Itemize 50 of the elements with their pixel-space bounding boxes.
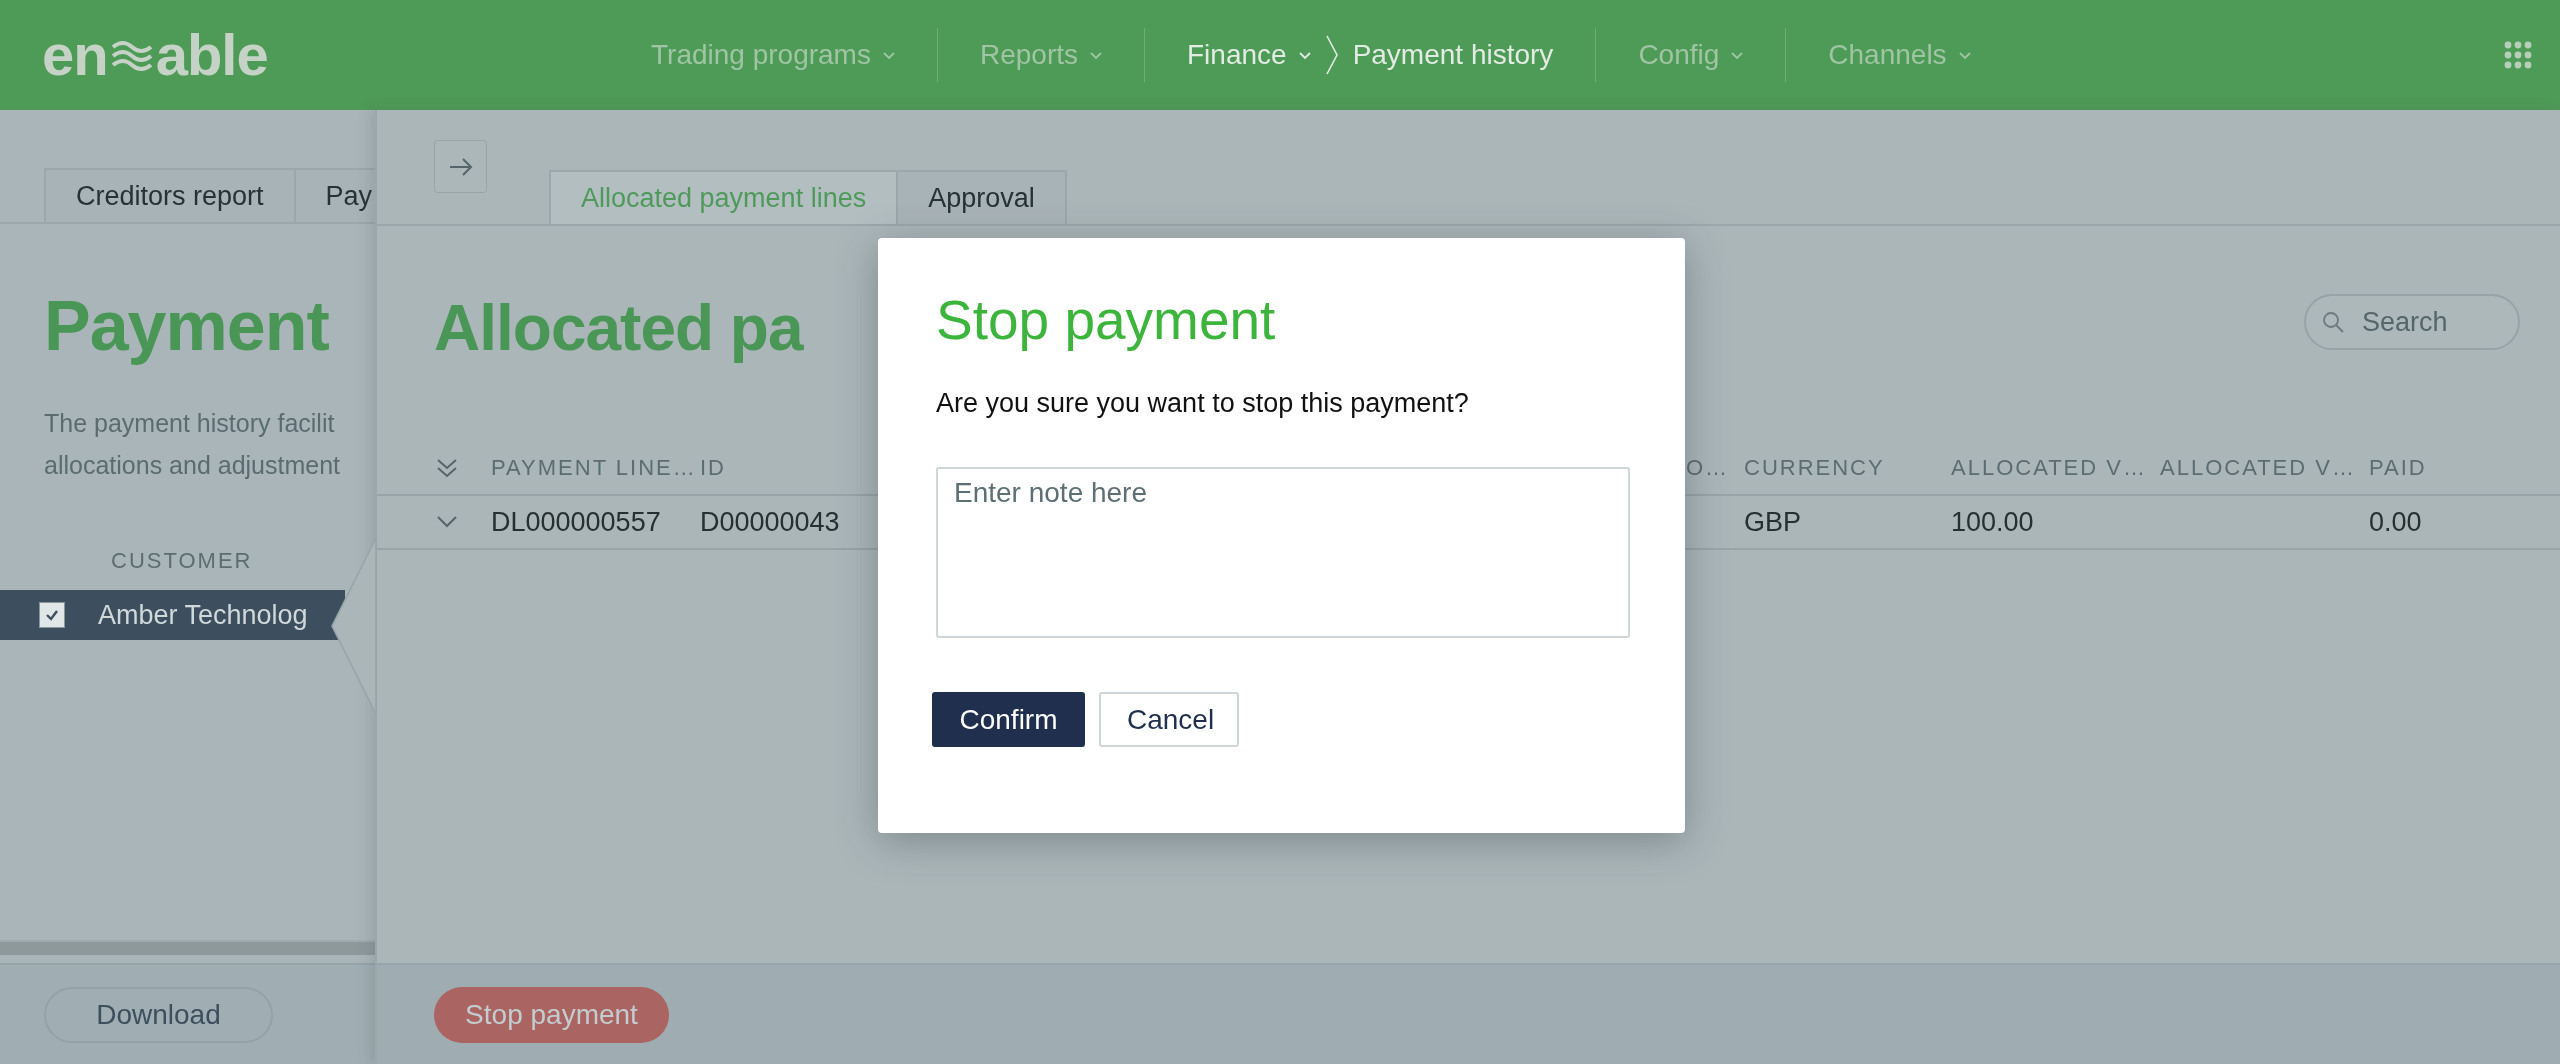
caret-icon (1298, 50, 1311, 60)
breadcrumb-link[interactable]: Payment history (1352, 39, 1554, 71)
description-text: allocations and adjustment (44, 450, 342, 481)
nav-menu-item[interactable]: Config (1638, 39, 1744, 71)
search-field[interactable]: Search (2304, 294, 2520, 350)
confirm-button[interactable]: Confirm (932, 692, 1085, 747)
collapse-all-icon[interactable] (436, 457, 458, 479)
table-cell-text: DL000000557 (491, 506, 662, 538)
table-cell-text: GBP (1744, 506, 1803, 538)
tab[interactable]: Approval (898, 170, 1067, 224)
dialog-title: Stop payment (936, 288, 1277, 352)
description-text: The payment history facilit (44, 408, 336, 439)
page-title: Allocated pa (434, 291, 803, 366)
table-cell-text: 0.00 (2369, 506, 2423, 538)
table-cell: Amber Technolog (98, 599, 308, 631)
caret-icon (1090, 50, 1102, 60)
table-cell-text: 100.00 (1951, 506, 2035, 538)
logo-text: en (42, 26, 108, 84)
scrollbar[interactable] (0, 940, 375, 955)
search-icon (2322, 311, 2344, 333)
column-header[interactable]: PAYMENT LINE… (491, 455, 700, 481)
column-header: CUSTOMER (111, 548, 254, 574)
page-title: Payment (44, 286, 330, 366)
tab[interactable]: Creditors report (44, 168, 296, 222)
arrow-right-icon[interactable] (434, 140, 487, 193)
column-header[interactable]: O… (1686, 455, 1744, 481)
nav-menu-item[interactable]: Trading programs (651, 39, 895, 71)
chevron-right-icon (1324, 35, 1339, 75)
tab[interactable]: Allocated payment lines (549, 170, 899, 224)
cancel-button[interactable]: Cancel (1099, 692, 1239, 747)
column-header[interactable]: ALLOCATED V… (2160, 455, 2369, 481)
nav-menu-item[interactable]: Reports (979, 39, 1102, 71)
column-header[interactable]: ALLOCATED V… (1951, 455, 2160, 481)
logo-text: able (155, 26, 268, 84)
column-header[interactable]: PAID (2369, 455, 2560, 481)
table-row[interactable]: Amber Technolog (0, 590, 345, 640)
apps-grid-icon[interactable] (2504, 41, 2532, 69)
nav-menu-item[interactable]: Finance (1187, 39, 1311, 71)
caret-icon (1731, 50, 1744, 60)
stop-payment-button[interactable]: Stop payment (434, 986, 669, 1043)
download-button[interactable]: Download (44, 986, 273, 1043)
nav-menu-item[interactable]: Channels (1828, 39, 1971, 71)
caret-icon (882, 50, 895, 60)
table-cell-text: D00000043 (700, 506, 841, 538)
note-field[interactable]: Enter note here (936, 467, 1630, 638)
dialog-message: Are you sure you want to stop this payment? (936, 388, 1470, 419)
caret-icon (1958, 50, 1971, 60)
column-header[interactable]: CURRENCY (1744, 455, 1951, 481)
checkbox[interactable] (39, 602, 65, 628)
chevron-down-icon[interactable] (436, 516, 458, 528)
